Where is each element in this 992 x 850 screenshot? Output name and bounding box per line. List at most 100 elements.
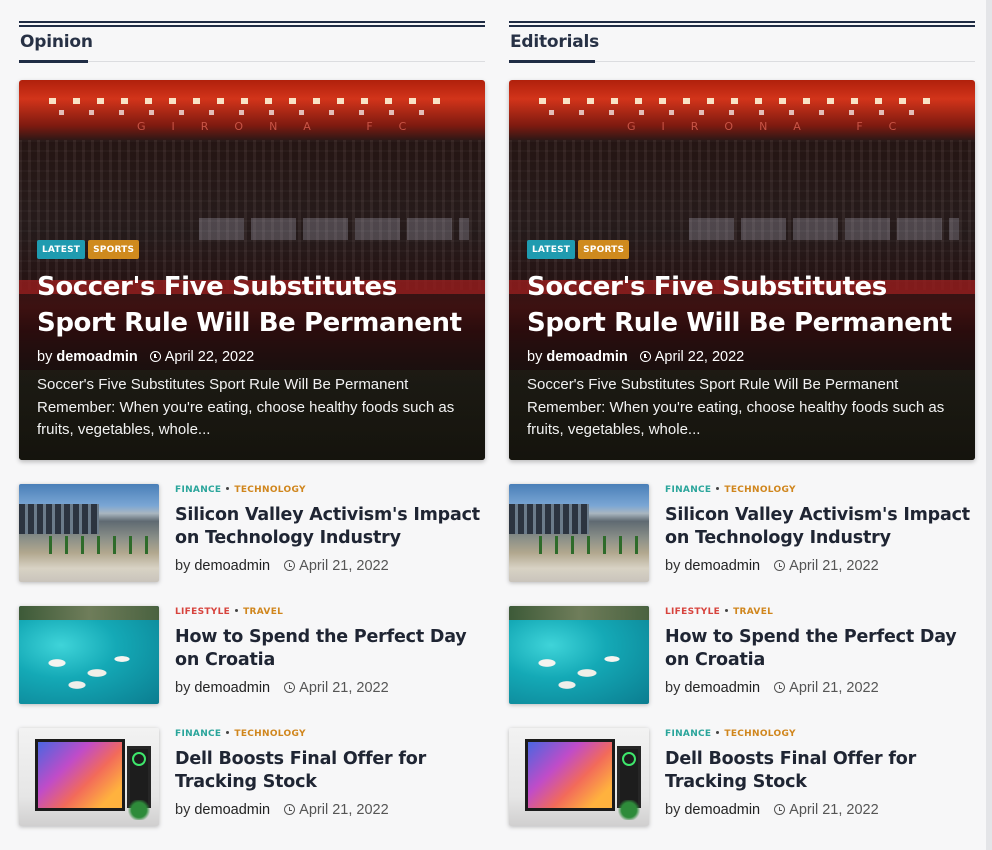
clock-icon bbox=[774, 560, 786, 571]
featured-post-card[interactable]: GIRONA FC LATEST SPORTS Soccer's Five Su… bbox=[509, 80, 975, 460]
category-link[interactable]: TRAVEL bbox=[243, 607, 283, 617]
scrollbar[interactable] bbox=[986, 0, 992, 850]
post-categories: FINANCE TECHNOLOGY bbox=[175, 728, 487, 740]
by-label: by bbox=[37, 349, 53, 365]
post-thumbnail[interactable] bbox=[19, 484, 159, 582]
category-link[interactable]: FINANCE bbox=[175, 729, 221, 739]
list-item: FINANCE TECHNOLOGY Silicon Valley Activis… bbox=[509, 484, 975, 582]
post-meta: by demoadmin April 21, 2022 bbox=[175, 558, 487, 574]
post-title[interactable]: How to Spend the Perfect Day on Croatia bbox=[175, 626, 487, 672]
post-title[interactable]: How to Spend the Perfect Day on Croatia bbox=[665, 626, 977, 672]
author-link[interactable]: demoadmin bbox=[194, 802, 270, 818]
author-link[interactable]: demoadmin bbox=[194, 680, 270, 696]
section-title-underline bbox=[509, 60, 595, 63]
by-label: by bbox=[527, 349, 543, 365]
category-link[interactable]: TECHNOLOGY bbox=[724, 729, 795, 739]
list-item: FINANCE TECHNOLOGY Dell Boosts Final Offe… bbox=[19, 728, 485, 826]
page: Opinion GIRONA FC LATEST SPORTS Soccer's… bbox=[0, 0, 992, 850]
category-link[interactable]: FINANCE bbox=[665, 485, 711, 495]
category-link[interactable]: TRAVEL bbox=[733, 607, 773, 617]
tag-sports[interactable]: SPORTS bbox=[578, 240, 630, 259]
post-date[interactable]: April 21, 2022 bbox=[774, 680, 879, 696]
post-date[interactable]: April 21, 2022 bbox=[284, 802, 389, 818]
featured-post-title[interactable]: Soccer's Five Substitutes Sport Rule Wil… bbox=[37, 269, 477, 341]
tag-latest[interactable]: LATEST bbox=[527, 240, 576, 259]
post-date[interactable]: April 22, 2022 bbox=[149, 349, 255, 365]
separator-dot bbox=[725, 609, 729, 612]
author-link[interactable]: demoadmin bbox=[194, 558, 270, 574]
category-link[interactable]: LIFESTYLE bbox=[175, 607, 230, 617]
section-header: Editorials bbox=[509, 21, 975, 63]
post-date-text: April 21, 2022 bbox=[789, 558, 879, 574]
post-meta: by demoadmin April 21, 2022 bbox=[175, 680, 487, 696]
category-link[interactable]: FINANCE bbox=[175, 485, 221, 495]
author-link[interactable]: demoadmin bbox=[684, 558, 760, 574]
category-link[interactable]: TECHNOLOGY bbox=[234, 485, 305, 495]
tag-latest[interactable]: LATEST bbox=[37, 240, 86, 259]
list-item: FINANCE TECHNOLOGY Dell Boosts Final Offe… bbox=[509, 728, 975, 826]
clock-icon bbox=[774, 804, 786, 815]
clock-icon bbox=[774, 682, 786, 693]
section-title-underline bbox=[19, 60, 88, 63]
featured-post-excerpt: Soccer's Five Substitutes Sport Rule Wil… bbox=[37, 376, 455, 438]
list-item-body: LIFESTYLE TRAVEL How to Spend the Perfect… bbox=[175, 606, 487, 696]
clock-icon bbox=[284, 560, 296, 571]
post-date-text: April 22, 2022 bbox=[164, 349, 255, 365]
post-list: FINANCE TECHNOLOGY Silicon Valley Activis… bbox=[509, 484, 975, 826]
post-list: FINANCE TECHNOLOGY Silicon Valley Activis… bbox=[19, 484, 485, 826]
stadium-sign-text: GIRONA FC bbox=[627, 120, 923, 133]
divider bbox=[19, 21, 485, 23]
divider bbox=[19, 25, 485, 27]
featured-post-title[interactable]: Soccer's Five Substitutes Sport Rule Wil… bbox=[527, 269, 967, 341]
category-link[interactable]: FINANCE bbox=[665, 729, 711, 739]
post-meta: by demoadmin April 21, 2022 bbox=[175, 802, 487, 818]
divider bbox=[509, 25, 975, 27]
opinion-column: Opinion GIRONA FC LATEST SPORTS Soccer's… bbox=[19, 21, 485, 850]
post-date-text: April 21, 2022 bbox=[299, 558, 389, 574]
list-item-body: FINANCE TECHNOLOGY Dell Boosts Final Offe… bbox=[665, 728, 977, 818]
post-date-text: April 21, 2022 bbox=[789, 680, 879, 696]
clock-icon bbox=[284, 804, 296, 815]
post-date-text: April 22, 2022 bbox=[654, 349, 745, 365]
list-item: LIFESTYLE TRAVEL How to Spend the Perfect… bbox=[509, 606, 975, 704]
post-categories: LIFESTYLE TRAVEL bbox=[175, 606, 487, 618]
featured-post-card[interactable]: GIRONA FC LATEST SPORTS Soccer's Five Su… bbox=[19, 80, 485, 460]
section-title: Editorials bbox=[510, 32, 600, 52]
post-date[interactable]: April 21, 2022 bbox=[284, 680, 389, 696]
list-item-body: FINANCE TECHNOLOGY Dell Boosts Final Offe… bbox=[175, 728, 487, 818]
author-link[interactable]: demoadmin bbox=[546, 349, 627, 365]
post-date[interactable]: April 22, 2022 bbox=[639, 349, 745, 365]
separator-dot bbox=[716, 487, 720, 490]
category-link[interactable]: TECHNOLOGY bbox=[724, 485, 795, 495]
post-title[interactable]: Dell Boosts Final Offer for Tracking Sto… bbox=[665, 748, 977, 794]
post-thumbnail[interactable] bbox=[509, 606, 649, 704]
post-categories: LIFESTYLE TRAVEL bbox=[665, 606, 977, 618]
post-thumbnail[interactable] bbox=[509, 484, 649, 582]
divider bbox=[19, 61, 485, 62]
author-link[interactable]: demoadmin bbox=[684, 802, 760, 818]
post-meta: by demoadmin April 21, 2022 bbox=[665, 680, 977, 696]
by-label: by bbox=[175, 680, 191, 696]
post-meta: by demoadmin April 21, 2022 bbox=[665, 802, 977, 818]
post-date[interactable]: April 21, 2022 bbox=[774, 558, 879, 574]
post-thumbnail[interactable] bbox=[509, 728, 649, 826]
author-link[interactable]: demoadmin bbox=[56, 349, 137, 365]
tag-sports[interactable]: SPORTS bbox=[88, 240, 140, 259]
list-item: FINANCE TECHNOLOGY Silicon Valley Activis… bbox=[19, 484, 485, 582]
by-label: by bbox=[175, 802, 191, 818]
post-title[interactable]: Silicon Valley Activism's Impact on Tech… bbox=[665, 504, 977, 550]
post-title[interactable]: Dell Boosts Final Offer for Tracking Sto… bbox=[175, 748, 487, 794]
post-title[interactable]: Silicon Valley Activism's Impact on Tech… bbox=[175, 504, 487, 550]
post-thumbnail[interactable] bbox=[19, 728, 159, 826]
list-item-body: FINANCE TECHNOLOGY Silicon Valley Activis… bbox=[175, 484, 487, 574]
post-categories: FINANCE TECHNOLOGY bbox=[665, 484, 977, 496]
post-thumbnail[interactable] bbox=[19, 606, 159, 704]
category-link[interactable]: TECHNOLOGY bbox=[234, 729, 305, 739]
post-date[interactable]: April 21, 2022 bbox=[284, 558, 389, 574]
post-meta: by demoadmin April 22, 2022 bbox=[527, 349, 744, 365]
clock-icon bbox=[149, 351, 161, 362]
category-link[interactable]: LIFESTYLE bbox=[665, 607, 720, 617]
post-date-text: April 21, 2022 bbox=[299, 680, 389, 696]
post-date[interactable]: April 21, 2022 bbox=[774, 802, 879, 818]
author-link[interactable]: demoadmin bbox=[684, 680, 760, 696]
